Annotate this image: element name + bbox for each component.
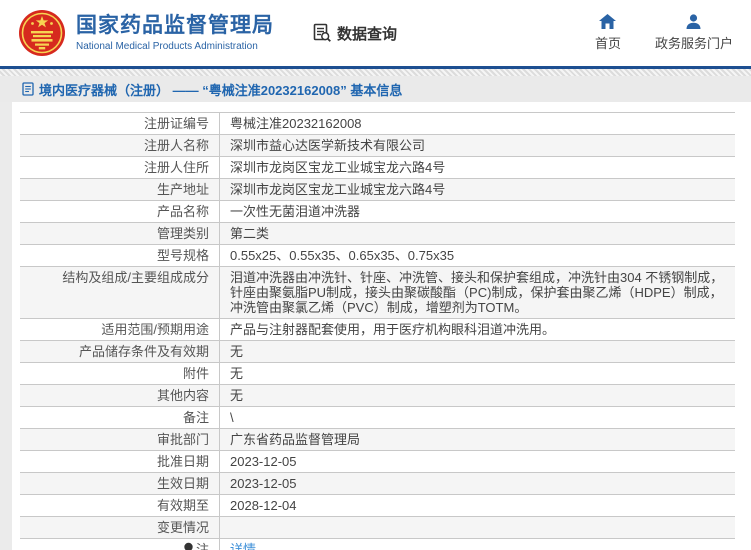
table-row: 有效期至 2028-12-04 bbox=[20, 495, 735, 517]
row-label: 注册证编号 bbox=[20, 113, 220, 134]
table-row: 审批部门 广东省药品监督管理局 bbox=[20, 429, 735, 451]
row-label: 注 bbox=[20, 539, 220, 550]
row-value: 广东省药品监督管理局 bbox=[230, 432, 361, 447]
table-row: 产品储存条件及有效期 无 bbox=[20, 341, 735, 363]
row-label: 注册人住所 bbox=[20, 157, 220, 178]
row-value: 深圳市龙岗区宝龙工业城宝龙六路4号 bbox=[230, 182, 446, 197]
row-value: 产品与注射器配套使用，用于医疗机构眼科泪道冲洗用。 bbox=[230, 322, 556, 337]
nav-label-service-portal: 政务服务门户 bbox=[654, 36, 733, 51]
row-label: 变更情况 bbox=[20, 517, 220, 538]
table-row: 型号规格 0.55x25、0.55x35、0.65x35、0.75x35 bbox=[20, 245, 735, 267]
row-label: 管理类别 bbox=[20, 223, 220, 244]
row-label: 审批部门 bbox=[20, 429, 220, 450]
nav-item-service-portal[interactable]: 政务服务门户 bbox=[655, 14, 733, 52]
row-value: 2023-12-05 bbox=[230, 454, 297, 469]
table-row: 生效日期 2023-12-05 bbox=[20, 473, 735, 495]
row-label: 其他内容 bbox=[20, 385, 220, 406]
table-row: 结构及组成/主要组成成分 泪道冲洗器由冲洗针、针座、冲洗管、接头和保护套组成，冲… bbox=[20, 267, 735, 319]
nav-item-home[interactable]: 首页 bbox=[595, 14, 621, 52]
row-value: 一次性无菌泪道冲洗器 bbox=[230, 204, 361, 219]
table-row: 适用范围/预期用途 产品与注射器配套使用，用于医疗机构眼科泪道冲洗用。 bbox=[20, 319, 735, 341]
row-label: 附件 bbox=[20, 363, 220, 384]
row-value: 无 bbox=[230, 388, 244, 403]
nav-label-home: 首页 bbox=[594, 36, 621, 51]
table-row: 批准日期 2023-12-05 bbox=[20, 451, 735, 473]
table-row: 生产地址 深圳市龙岗区宝龙工业城宝龙六路4号 bbox=[20, 179, 735, 201]
site-header: 国家药品监督管理局 National Medical Products Admi… bbox=[0, 0, 751, 66]
row-value: 详情 bbox=[220, 539, 735, 550]
row-value: \ bbox=[230, 410, 234, 425]
page-title: 境内医疗器械（注册） —— “粤械注准20232162008” 基本信息 bbox=[39, 82, 403, 98]
table-row: 产品名称 一次性无菌泪道冲洗器 bbox=[20, 201, 735, 223]
row-label: 生产地址 bbox=[20, 179, 220, 200]
row-value: 深圳市益心达医学新技术有限公司 bbox=[230, 138, 426, 153]
table-row: 附件 无 bbox=[20, 363, 735, 385]
row-label: 适用范围/预期用途 bbox=[20, 319, 220, 340]
registration-info-table: 注册证编号 粤械注准20232162008 注册人名称 深圳市益心达医学新技术有… bbox=[20, 112, 735, 550]
row-label: 生效日期 bbox=[20, 473, 220, 494]
user-icon bbox=[686, 14, 701, 29]
row-value: 粤械注准20232162008 bbox=[230, 116, 362, 131]
national-emblem-logo bbox=[19, 10, 65, 56]
row-label: 产品名称 bbox=[20, 201, 220, 222]
row-label: 批准日期 bbox=[20, 451, 220, 472]
brand-title: 国家药品监督管理局 bbox=[76, 14, 274, 37]
brand-block: 国家药品监督管理局 National Medical Products Admi… bbox=[76, 14, 274, 52]
row-value: 泪道冲洗器由冲洗针、针座、冲洗管、接头和保护套组成，冲洗针由304 不锈钢制成，… bbox=[230, 270, 724, 315]
row-label: 注册人名称 bbox=[20, 135, 220, 156]
row-value: 2023-12-05 bbox=[230, 476, 297, 491]
row-value: 第二类 bbox=[230, 226, 270, 241]
table-row: 变更情况 bbox=[20, 517, 735, 539]
table-row: 注册人名称 深圳市益心达医学新技术有限公司 bbox=[20, 135, 735, 157]
table-row: 管理类别 第二类 bbox=[20, 223, 735, 245]
content-panel: 注册证编号 粤械注准20232162008 注册人名称 深圳市益心达医学新技术有… bbox=[12, 102, 751, 550]
table-row: 其他内容 无 bbox=[20, 385, 735, 407]
hatch-strip bbox=[0, 69, 751, 76]
header-nav: 首页 政务服务门户 bbox=[595, 14, 733, 52]
data-query-label: 数据查询 bbox=[337, 25, 398, 43]
row-value: 无 bbox=[230, 366, 244, 381]
row-label: 备注 bbox=[20, 407, 220, 428]
detail-link[interactable]: 详情 bbox=[230, 542, 256, 550]
note-icon bbox=[184, 542, 193, 550]
row-label: 型号规格 bbox=[20, 245, 220, 266]
table-row: 备注 \ bbox=[20, 407, 735, 429]
row-label: 有效期至 bbox=[20, 495, 220, 516]
row-label-text: 注 bbox=[195, 542, 209, 550]
table-row: 注册证编号 粤械注准20232162008 bbox=[20, 113, 735, 135]
table-row-note: 注 详情 bbox=[20, 539, 735, 550]
row-value bbox=[220, 517, 735, 538]
home-icon bbox=[599, 14, 617, 29]
document-icon bbox=[22, 82, 34, 96]
data-query-button[interactable]: 数据查询 bbox=[312, 23, 397, 44]
breadcrumb: 境内医疗器械（注册） —— “粤械注准20232162008” 基本信息 bbox=[0, 76, 751, 102]
row-label: 结构及组成/主要组成成分 bbox=[20, 267, 220, 318]
row-value: 0.55x25、0.55x35、0.65x35、0.75x35 bbox=[230, 248, 455, 263]
table-row: 注册人住所 深圳市龙岗区宝龙工业城宝龙六路4号 bbox=[20, 157, 735, 179]
row-value: 2028-12-04 bbox=[230, 498, 297, 513]
row-label: 产品储存条件及有效期 bbox=[20, 341, 220, 362]
row-value: 深圳市龙岗区宝龙工业城宝龙六路4号 bbox=[230, 160, 446, 175]
document-search-icon bbox=[313, 23, 331, 42]
brand-subtitle: National Medical Products Administration bbox=[76, 41, 258, 52]
row-value: 无 bbox=[230, 344, 244, 359]
